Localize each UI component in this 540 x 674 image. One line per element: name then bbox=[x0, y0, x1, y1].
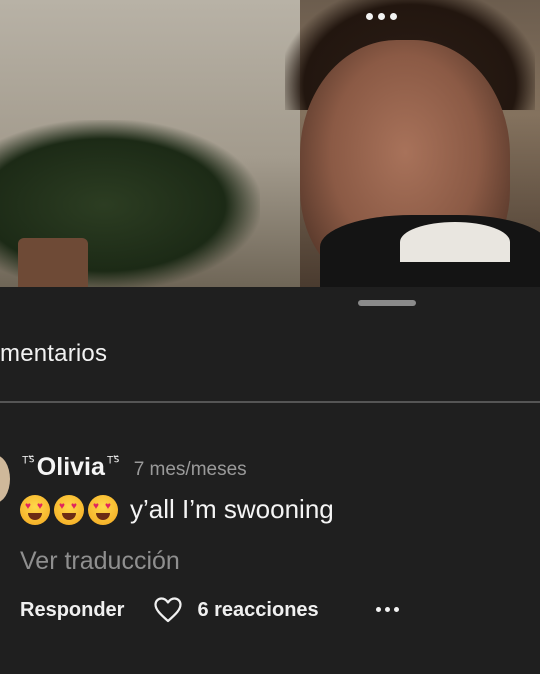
avatar[interactable] bbox=[0, 455, 10, 503]
photo-more-options-icon[interactable] bbox=[366, 8, 397, 24]
heart-eyes-emoji-icon: ♥ ♥ bbox=[88, 494, 118, 525]
reply-button[interactable]: Responder bbox=[20, 599, 124, 622]
comment-text: y’all I’m swooning bbox=[130, 494, 334, 524]
photo-flower-pot bbox=[18, 238, 88, 287]
comment-header: ᵀᔆ̈ Olivia ᵀᔆ̈ 7 mes/meses bbox=[22, 453, 247, 482]
heart-eyes-emoji-icon: ♥ ♥ bbox=[54, 494, 84, 525]
comment-body: ♥ ♥ ♥ ♥ ♥ ♥ y’all I’m swooning bbox=[20, 494, 334, 525]
sheet-drag-handle[interactable] bbox=[358, 300, 416, 306]
heart-icon[interactable] bbox=[154, 597, 183, 623]
translate-link[interactable]: Ver traducción bbox=[20, 547, 180, 576]
reactions-count[interactable]: 6 reacciones bbox=[197, 599, 318, 622]
comment-author[interactable]: Olivia bbox=[37, 453, 105, 482]
comments-sheet: mentarios ᵀᔆ̈ Olivia ᵀᔆ̈ 7 mes/meses ♥ ♥ … bbox=[0, 287, 540, 674]
comment-timestamp: 7 mes/meses bbox=[133, 459, 247, 480]
author-decoration-left: ᵀᔆ̈ bbox=[22, 454, 35, 471]
photo-collar bbox=[400, 222, 510, 262]
heart-eyes-emoji-icon: ♥ ♥ bbox=[20, 494, 50, 525]
comment-more-options-icon[interactable] bbox=[376, 607, 399, 612]
comment-actions: Responder 6 reacciones bbox=[20, 597, 319, 623]
divider bbox=[0, 401, 540, 403]
post-photo bbox=[0, 0, 540, 287]
sheet-title: mentarios bbox=[0, 340, 108, 367]
author-decoration-right: ᵀᔆ̈ bbox=[106, 454, 120, 471]
